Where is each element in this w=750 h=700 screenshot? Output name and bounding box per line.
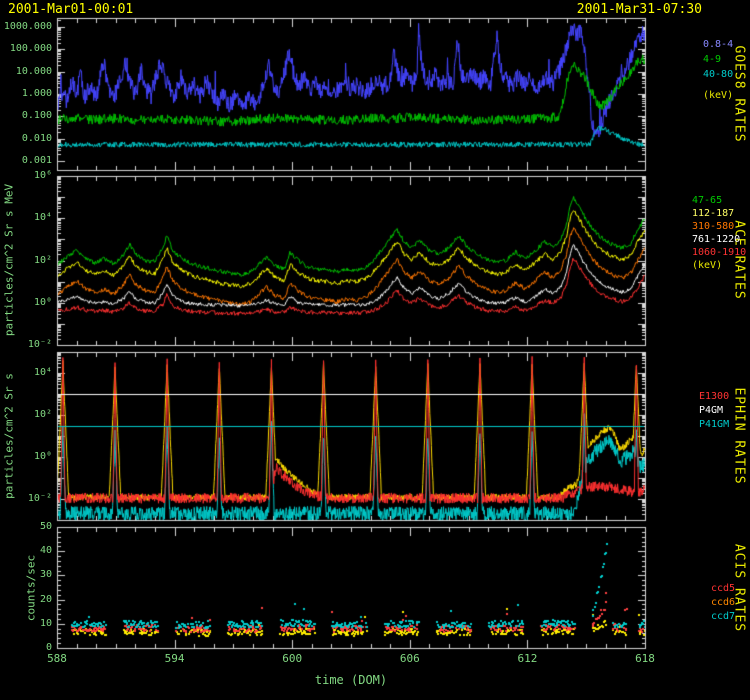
y-tick-label: 10.000 [0, 67, 52, 77]
x-tick-label: 618 [635, 653, 655, 664]
legend-4080: 40-80 [703, 70, 733, 80]
y-tick-label: 10⁶ [0, 171, 52, 181]
legend-310580: 310-580 [692, 222, 734, 232]
start-datetime: 2001-Mar01-00:01 [8, 3, 133, 16]
legend-e1300: E1300 [699, 392, 729, 402]
panel-title-ephin-rates: EPHIN RATES [731, 387, 745, 484]
x-tick-label: 594 [165, 653, 185, 664]
y-tick-label: 10⁻² [0, 494, 52, 504]
x-tick-label: 588 [47, 653, 67, 664]
y-tick-label: 0.100 [0, 111, 52, 121]
y-tick-label: 50 [0, 522, 52, 532]
legend-p4gm: P4GM [699, 406, 723, 416]
y-tick-label: 10² [0, 410, 52, 420]
panel-title-goes8-rates: GOES8 RATES [731, 45, 745, 142]
x-axis-label: time (DOM) [315, 674, 387, 686]
legend-kev: (keV) [703, 91, 733, 101]
ephin-y-axis-label: particles/cm^2 Sr s [4, 373, 15, 499]
legend-kev: (keV) [692, 261, 722, 271]
y-tick-label: 100.000 [0, 44, 52, 54]
x-tick-label: 600 [282, 653, 302, 664]
y-tick-label: 10⁰ [0, 298, 52, 308]
plot-window: 2001-Mar01-00:01 2001-Mar31-07:30 GOES8 … [0, 0, 750, 700]
end-datetime: 2001-Mar31-07:30 [577, 3, 702, 16]
x-tick-label: 606 [400, 653, 420, 664]
y-tick-label: 10⁴ [0, 368, 52, 378]
y-tick-label: 40 [0, 546, 52, 556]
legend-10601910: 1060-1910 [692, 248, 746, 258]
x-tick-label: 612 [517, 653, 537, 664]
y-tick-label: 1.000 [0, 89, 52, 99]
y-tick-label: 20 [0, 595, 52, 605]
plot-canvas [0, 0, 750, 700]
y-tick-label: 10⁰ [0, 452, 52, 462]
legend-7611220: 761-1220 [692, 235, 740, 245]
panel-title-ace-rates: ACE RATES [731, 220, 745, 299]
legend-4765: 47-65 [692, 196, 722, 206]
y-tick-label: 10⁴ [0, 213, 52, 223]
y-tick-label: 0.001 [0, 156, 52, 166]
legend-112187: 112-187 [692, 209, 734, 219]
y-tick-label: 10⁻² [0, 340, 52, 350]
y-tick-label: 0 [0, 643, 52, 653]
legend-ccd5: ccd5 [711, 584, 735, 594]
legend-p41gm: P41GM [699, 420, 729, 430]
legend-49: 4-9 [703, 55, 721, 65]
y-tick-label: 0.010 [0, 134, 52, 144]
legend-084: 0.8-4 [703, 40, 733, 50]
legend-ccd6: ccd6 [711, 598, 735, 608]
y-tick-label: 30 [0, 570, 52, 580]
y-tick-label: 1000.000 [0, 22, 52, 32]
y-tick-label: 10 [0, 619, 52, 629]
y-tick-label: 10² [0, 256, 52, 266]
legend-ccd7: ccd7 [711, 612, 735, 622]
acis-y-axis-label: counts/sec [26, 555, 37, 621]
